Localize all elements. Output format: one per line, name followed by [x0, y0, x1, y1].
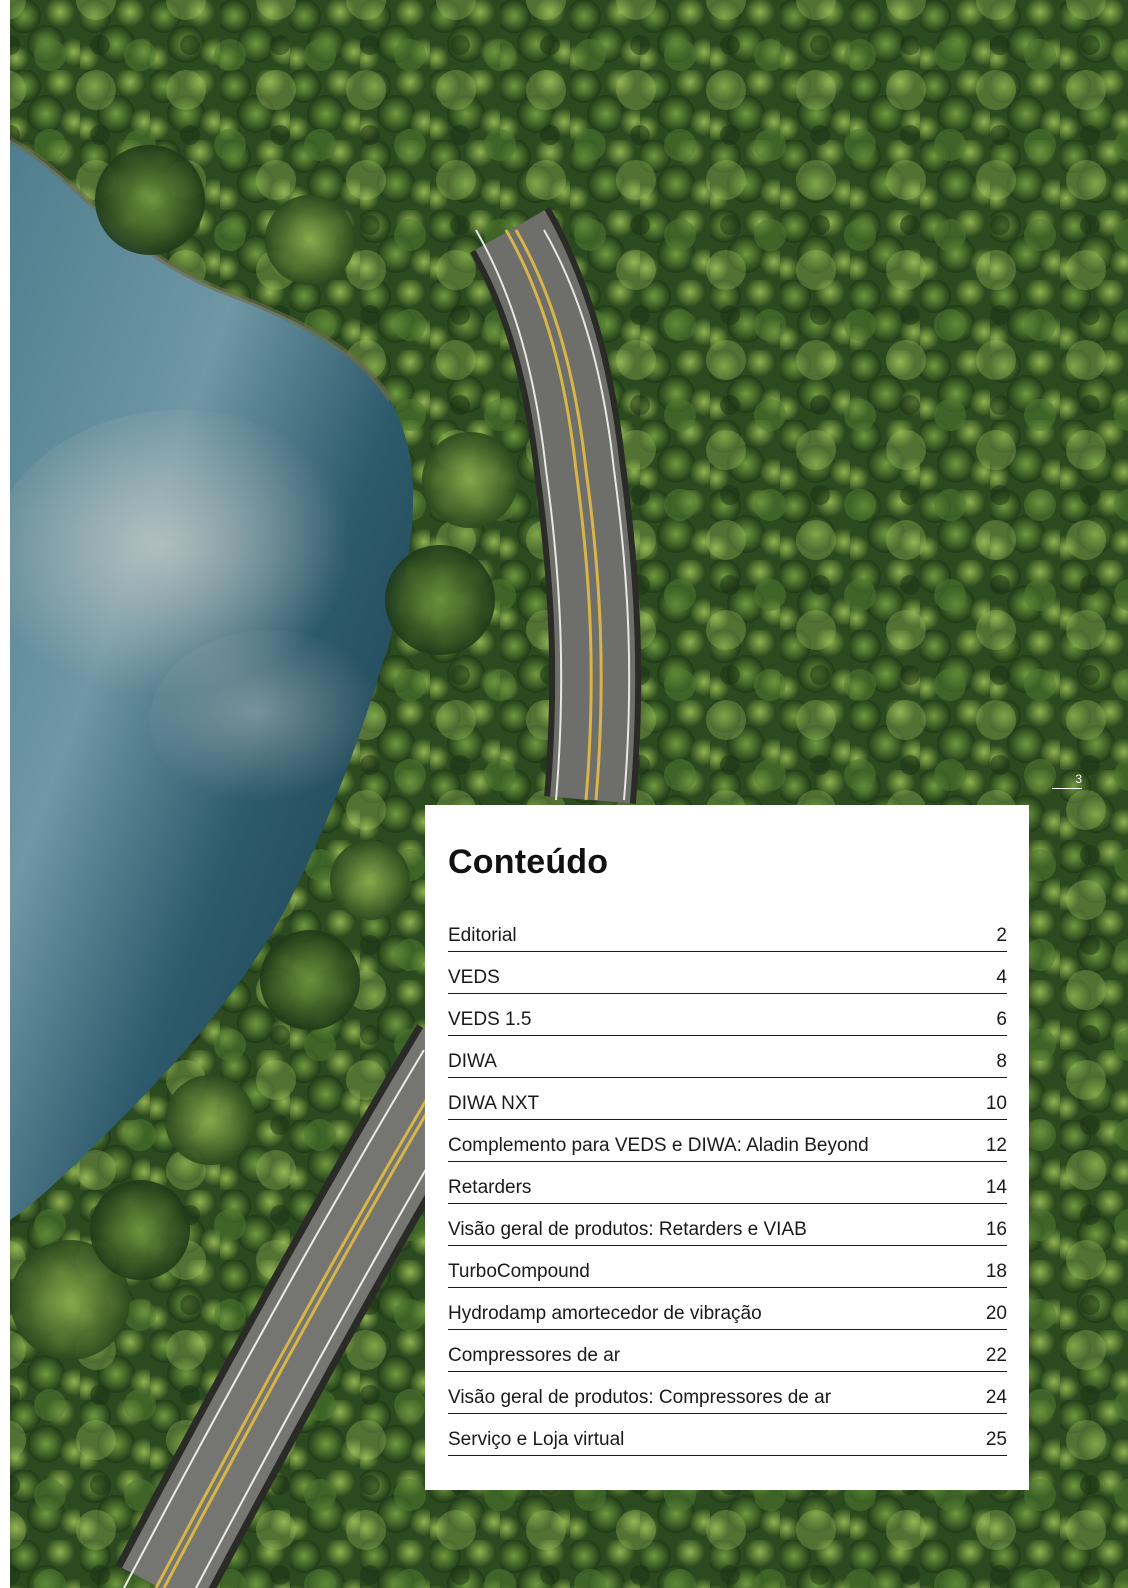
toc-entry[interactable]: Visão geral de produtos: Retarders e VIA… — [448, 1205, 1007, 1246]
toc-entry-label: VEDS — [448, 967, 500, 988]
toc-entry-page: 2 — [996, 925, 1007, 946]
toc-entry[interactable]: Visão geral de produtos: Compressores de… — [448, 1373, 1007, 1414]
toc-entry-label: Visão geral de produtos: Compressores de… — [448, 1387, 832, 1408]
toc-entry[interactable]: Editorial 2 — [448, 911, 1007, 952]
toc-entry-label: Visão geral de produtos: Retarders e VIA… — [448, 1219, 807, 1240]
toc-entry[interactable]: DIWA NXT 10 — [448, 1079, 1007, 1120]
toc-entry-page: 22 — [985, 1345, 1007, 1366]
toc-title: Conteúdo — [448, 843, 609, 881]
toc-entry-label: Complemento para VEDS e DIWA: Aladin Bey… — [448, 1135, 869, 1156]
toc-entry-label: Compressores de ar — [448, 1345, 621, 1366]
toc-entry[interactable]: Compressores de ar 22 — [448, 1331, 1007, 1372]
toc-entry-label: TurboCompound — [448, 1261, 590, 1282]
toc-entry-page: 24 — [985, 1387, 1007, 1408]
toc-entry[interactable]: DIWA 8 — [448, 1037, 1007, 1078]
toc-entry[interactable]: Serviço e Loja virtual 25 — [448, 1415, 1007, 1456]
toc-entry[interactable]: Retarders 14 — [448, 1163, 1007, 1204]
page-number: 3 — [1052, 772, 1082, 789]
toc-entry[interactable]: TurboCompound 18 — [448, 1247, 1007, 1288]
toc-entry[interactable]: Hydrodamp amortecedor de vibração 20 — [448, 1289, 1007, 1330]
table-of-contents: Conteúdo Editorial 2 VEDS 4 VEDS 1.5 6 D… — [425, 805, 1029, 1490]
toc-entry-page: 14 — [985, 1177, 1007, 1198]
toc-entry-page: 20 — [985, 1303, 1007, 1324]
toc-entry-page: 16 — [985, 1219, 1007, 1240]
toc-entry-page: 4 — [996, 967, 1007, 988]
toc-entry-label: Serviço e Loja virtual — [448, 1429, 625, 1450]
toc-entry-page: 8 — [996, 1051, 1007, 1072]
toc-entry[interactable]: VEDS 1.5 6 — [448, 995, 1007, 1036]
toc-entry[interactable]: VEDS 4 — [448, 953, 1007, 994]
toc-entry-label: DIWA — [448, 1051, 497, 1072]
toc-entry-label: Editorial — [448, 925, 517, 946]
toc-entry-label: DIWA NXT — [448, 1093, 540, 1114]
toc-entry-label: Hydrodamp amortecedor de vibração — [448, 1303, 762, 1324]
toc-entry[interactable]: Complemento para VEDS e DIWA: Aladin Bey… — [448, 1121, 1007, 1162]
toc-entry-page: 6 — [996, 1009, 1007, 1030]
toc-entry-page: 18 — [985, 1261, 1007, 1282]
toc-list: Editorial 2 VEDS 4 VEDS 1.5 6 DIWA 8 DIW… — [448, 911, 1007, 1456]
toc-entry-page: 10 — [985, 1093, 1007, 1114]
toc-entry-label: VEDS 1.5 — [448, 1009, 532, 1030]
toc-entry-label: Retarders — [448, 1177, 532, 1198]
toc-entry-page: 25 — [985, 1429, 1007, 1450]
toc-entry-page: 12 — [985, 1135, 1007, 1156]
